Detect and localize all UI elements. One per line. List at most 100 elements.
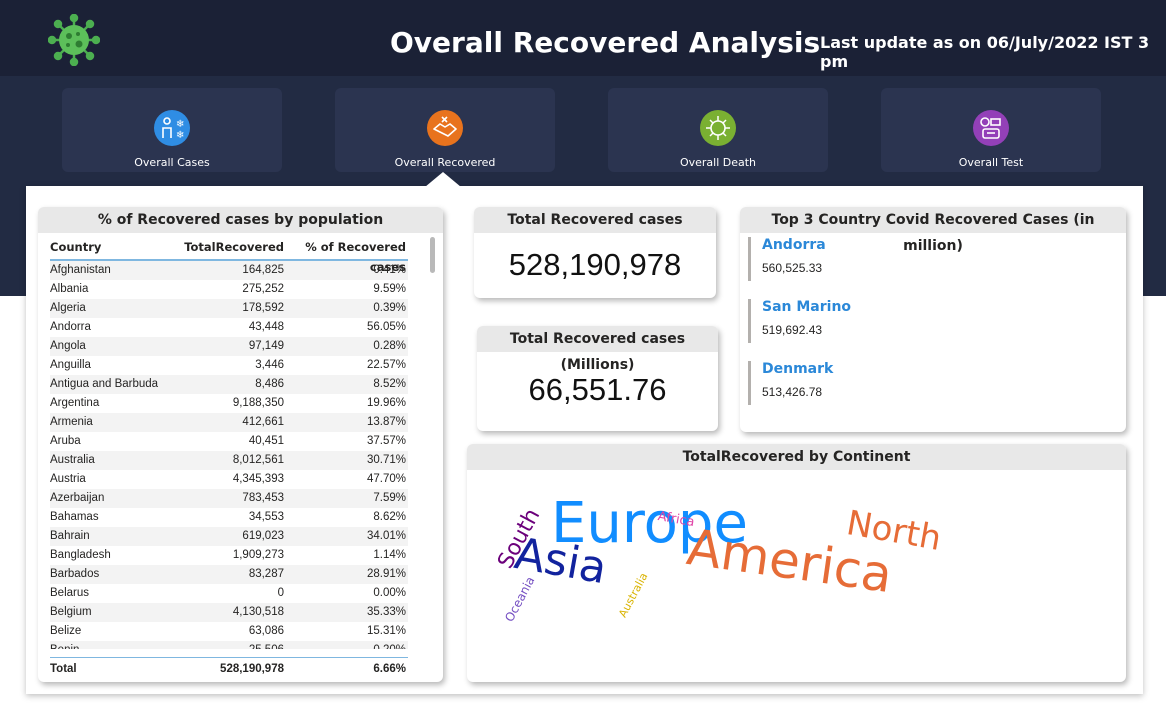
cell-total-recovered: 25,506 (174, 641, 284, 649)
table-row[interactable]: Benin25,5060.20% (50, 641, 408, 649)
table-scrollbar[interactable] (430, 237, 435, 273)
continent-wordcloud-card: TotalRecovered by Continent Europe Ameri… (467, 444, 1126, 682)
cell-total-recovered: 34,553 (248, 511, 284, 523)
cell-country: Algeria (50, 302, 86, 314)
kpi-value: 66,551.76 (528, 372, 667, 407)
table-row[interactable]: Afghanistan 164,825 0.41% (50, 261, 408, 280)
cell-percent: 35.33% (366, 606, 406, 618)
cell-percent: 8.52% (373, 378, 406, 390)
cell-country: Angola (50, 340, 86, 352)
table-row[interactable]: Bahamas 34,553 8.62% (50, 508, 408, 527)
table-row[interactable]: Armenia 412,661 13.87% (50, 413, 408, 432)
cell-total-recovered: 619,023 (242, 530, 284, 542)
table-row[interactable]: Algeria 178,592 0.39% (50, 299, 408, 318)
total-percent-value: 6.66% (373, 663, 406, 675)
table-row[interactable]: Albania 275,252 9.59% (50, 280, 408, 299)
page-title: Overall Recovered Analysis (390, 26, 821, 59)
cell-percent: 30.71% (366, 454, 406, 466)
cell-percent: 0.41% (373, 264, 406, 276)
svg-text:❄: ❄ (176, 119, 184, 130)
top3-country-value: 560,525.33 (762, 261, 823, 275)
table-header-row: Country TotalRecovered % of Recovered ca… (50, 237, 408, 274)
cell-percent: 0.39% (373, 302, 406, 314)
word-australia[interactable]: Australia (616, 571, 650, 620)
people-icon: ❄ ❄ (154, 110, 190, 146)
cell-percent: 15.31% (366, 625, 406, 637)
cell-total-recovered: 164,825 (242, 264, 284, 276)
table-row[interactable]: Austria 4,345,393 47.70% (50, 470, 408, 489)
table-row[interactable]: Belarus 0 0.00% (50, 584, 408, 603)
col-header-total-recovered[interactable]: TotalRecovered (174, 237, 284, 259)
cell-total-recovered: 8,012,561 (232, 454, 284, 466)
cell-percent: 56.05% (366, 321, 406, 333)
wordcloud-title: TotalRecovered by Continent (467, 444, 1126, 470)
cell-percent: 0.20% (284, 641, 406, 649)
cell-country: Belgium (50, 606, 92, 618)
word-oceania[interactable]: Oceania (502, 574, 537, 624)
svg-text:❄: ❄ (176, 130, 184, 141)
cell-total-recovered: 83,287 (248, 568, 284, 580)
table-title: % of Recovered cases by population (38, 207, 443, 233)
table-row[interactable]: Australia 8,012,561 30.71% (50, 451, 408, 470)
table-row[interactable]: Aruba 40,451 37.57% (50, 432, 408, 451)
recovered-table[interactable]: Country TotalRecovered % of Recovered ca… (50, 237, 408, 649)
wordcloud: Europe America North Asia South Africa O… (467, 470, 1126, 682)
cell-total-recovered: 97,149 (248, 340, 284, 352)
recovered-table-card: % of Recovered cases by population Count… (38, 207, 443, 682)
active-tab-pointer (425, 172, 461, 187)
cell-percent: 47.70% (366, 473, 406, 485)
cell-total-recovered: 783,453 (242, 492, 284, 504)
cell-percent: 34.01% (366, 530, 406, 542)
cell-percent: 37.57% (366, 435, 406, 447)
table-row[interactable]: Argentina 9,188,350 19.96% (50, 394, 408, 413)
top3-country-value: 513,426.78 (762, 385, 823, 399)
kpi-title: Total Recovered cases (Millions) (477, 326, 718, 373)
table-row[interactable]: Azerbaijan 783,453 7.59% (50, 489, 408, 508)
top3-accent-bar (748, 361, 751, 405)
table-row[interactable]: Belize 63,086 15.31% (50, 622, 408, 641)
top3-accent-bar (748, 237, 751, 281)
table-row[interactable]: Antigua and Barbuda 8,486 8.52% (50, 375, 408, 394)
cell-country: Azerbaijan (50, 492, 105, 504)
nav-overall-death[interactable]: Overall Death (608, 88, 828, 172)
cell-country: Afghanistan (50, 264, 111, 276)
table-row[interactable]: Angola 97,149 0.28% (50, 337, 408, 356)
cell-total-recovered: 1,909,273 (232, 549, 284, 561)
cell-country: Albania (50, 283, 89, 295)
virus-icon (700, 110, 736, 146)
table-row[interactable]: Belgium 4,130,518 35.33% (50, 603, 408, 622)
cell-total-recovered: 275,252 (242, 283, 284, 295)
cell-percent: 1.14% (373, 549, 406, 561)
virus-logo-icon (48, 14, 100, 66)
col-header-percent[interactable]: % of Recovered cases (284, 237, 406, 274)
cell-total-recovered: 63,086 (248, 625, 284, 637)
cell-country: Bahamas (50, 511, 99, 523)
cell-country: Armenia (50, 416, 93, 428)
total-label: Total (50, 663, 77, 675)
nav-overall-cases[interactable]: ❄ ❄ Overall Cases (62, 88, 282, 172)
nav-overall-test[interactable]: Overall Test (881, 88, 1101, 172)
table-row[interactable]: Anguilla 3,446 22.57% (50, 356, 408, 375)
cell-country: Belarus (50, 587, 89, 599)
top3-title: Top 3 Country Covid Recovered Cases (in … (740, 207, 1126, 254)
nav-overall-recovered[interactable]: Overall Recovered (335, 88, 555, 172)
cell-percent: 8.62% (373, 511, 406, 523)
top3-country-value: 519,692.43 (762, 323, 823, 337)
cell-country: Antigua and Barbuda (50, 378, 159, 390)
table-row[interactable]: Bahrain 619,023 34.01% (50, 527, 408, 546)
last-update-text: Last update as on 06/July/2022 IST 3 pm (820, 33, 1150, 71)
nav-label: Overall Death (679, 156, 757, 169)
table-row[interactable]: Andorra 43,448 56.05% (50, 318, 408, 337)
cell-percent: 28.91% (366, 568, 406, 580)
cell-country: Bangladesh (50, 549, 111, 561)
table-row[interactable]: Bangladesh 1,909,273 1.14% (50, 546, 408, 565)
table-row[interactable]: Barbados 83,287 28.91% (50, 565, 408, 584)
kpi-total-recovered-card: Total Recovered cases 528,190,978 (474, 207, 716, 298)
top3-country-card: Top 3 Country Covid Recovered Cases (in … (740, 207, 1126, 432)
cell-country: Bahrain (50, 530, 90, 542)
kpi-value: 528,190,978 (508, 247, 682, 282)
col-header-country[interactable]: Country (50, 237, 174, 259)
cell-country: Belize (50, 625, 82, 637)
cell-total-recovered: 9,188,350 (232, 397, 284, 409)
kpi-title: Total Recovered cases (474, 207, 716, 233)
